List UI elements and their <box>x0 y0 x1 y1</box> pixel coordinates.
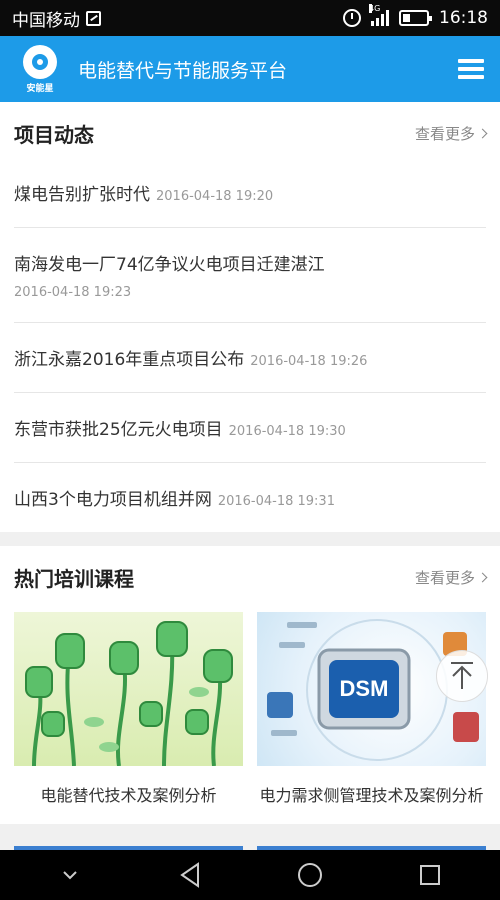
alarm-icon <box>343 9 361 27</box>
course-image-green-plugs <box>14 612 243 766</box>
course-grid: 电能替代技术及案例分析 DSM 电力需求侧管理技术及案例分析 <box>0 608 500 824</box>
course-title: 电能替代技术及案例分析 <box>40 786 217 805</box>
section-title: 项目动态 <box>14 122 94 147</box>
signal-icon: 4G <box>369 4 389 26</box>
app-header: 安能星 电能替代与节能服务平台 <box>0 36 500 102</box>
chevron-right-icon <box>477 572 488 582</box>
arrow-up-icon <box>451 662 473 689</box>
logo-mark-icon <box>23 44 57 79</box>
sim-icon <box>86 10 101 26</box>
hamburger-menu-icon[interactable] <box>458 59 484 79</box>
news-title: 山西3个电力项目机组并网 <box>14 490 212 510</box>
carrier-name: 中国移动 <box>12 10 80 31</box>
course-card[interactable]: 电能替代技术及案例分析 <box>14 612 243 824</box>
status-bar: 中国移动 4G 16:18 <box>0 0 500 36</box>
more-label: 查看更多 <box>414 124 475 143</box>
courses-header: 热门培训课程 查看更多 <box>0 546 500 608</box>
news-item[interactable]: 山西3个电力项目机组并网 2016-04-18 19:31 <box>14 462 486 532</box>
nav-recents-button[interactable] <box>400 855 460 895</box>
app-logo[interactable]: 安能星 <box>16 41 64 97</box>
news-date: 2016-04-18 19:23 <box>14 285 132 300</box>
home-circle-icon <box>298 863 322 887</box>
courses-more-link[interactable]: 查看更多 <box>414 567 488 588</box>
news-item[interactable]: 煤电告别扩张时代 2016-04-18 19:20 <box>14 164 486 227</box>
nav-collapse-button[interactable] <box>40 855 100 895</box>
course-card[interactable]: DSM 电力需求侧管理技术及案例分析 <box>257 612 486 824</box>
chevron-right-icon <box>477 128 488 138</box>
carrier-group: 中国移动 <box>12 6 101 31</box>
news-date: 2016-04-18 19:31 <box>217 494 335 509</box>
news-item[interactable]: 南海发电一厂74亿争议火电项目迁建湛江 2016-04-18 19:23 <box>14 227 486 322</box>
status-right: 4G 16:18 <box>343 4 488 28</box>
nav-back-button[interactable] <box>160 855 220 895</box>
status-time: 16:18 <box>439 8 488 28</box>
recents-square-icon <box>420 865 440 885</box>
news-item[interactable]: 浙江永嘉2016年重点项目公布 2016-04-18 19:26 <box>14 322 486 392</box>
dsm-badge-text: DSM <box>340 676 389 701</box>
news-title: 煤电告别扩张时代 <box>14 185 150 205</box>
app-title: 电能替代与节能服务平台 <box>78 59 288 82</box>
news-title: 南海发电一厂74亿争议火电项目迁建湛江 <box>14 255 325 275</box>
news-list: 煤电告别扩张时代 2016-04-18 19:20 南海发电一厂74亿争议火电项目… <box>0 164 500 532</box>
news-item[interactable]: 东营市获批25亿元火电项目 2016-04-18 19:30 <box>14 392 486 462</box>
news-title: 浙江永嘉2016年重点项目公布 <box>14 350 245 370</box>
more-label: 查看更多 <box>414 568 475 587</box>
course-title: 电力需求侧管理技术及案例分析 <box>259 786 484 805</box>
logo-text: 安能星 <box>26 83 54 94</box>
plug-plants-illustration <box>25 621 233 766</box>
project-news-header: 项目动态 查看更多 <box>0 102 500 164</box>
section-title: 热门培训课程 <box>14 566 134 591</box>
back-to-top-button[interactable] <box>436 650 488 702</box>
news-title: 东营市获批25亿元火电项目 <box>14 420 223 440</box>
news-date: 2016-04-18 19:30 <box>228 424 346 439</box>
news-date: 2016-04-18 19:26 <box>250 354 368 369</box>
news-date: 2016-04-18 19:20 <box>156 189 274 204</box>
main-content[interactable]: 项目动态 查看更多 煤电告别扩张时代 2016-04-18 19:20 南海发电一… <box>0 102 500 850</box>
courses-section: 热门培训课程 查看更多 电能替代技术及案例分析 DSM 电力需求侧管理技术及案例… <box>0 546 500 824</box>
system-nav-bar <box>0 850 500 900</box>
project-news-section: 项目动态 查看更多 煤电告别扩张时代 2016-04-18 19:20 南海发电一… <box>0 102 500 532</box>
network-type: 4G <box>369 4 381 13</box>
battery-icon <box>399 10 432 26</box>
nav-home-button[interactable] <box>280 855 340 895</box>
project-news-more-link[interactable]: 查看更多 <box>414 123 488 144</box>
chevron-down-icon <box>63 871 77 880</box>
back-triangle-icon <box>180 862 199 888</box>
